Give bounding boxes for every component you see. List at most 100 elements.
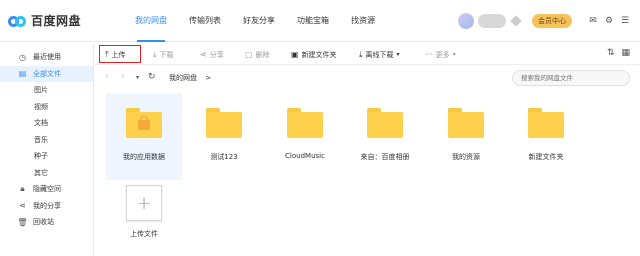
sidebar-item-torrents[interactable]: 种子 [0,148,93,165]
search-input[interactable] [512,70,630,86]
sidebar: ◷ 最近使用 ▤ 全部文件 图片 视频 文档 音乐 种子 其它 🔒︎ 隐藏空间 … [0,43,94,256]
folder-item[interactable]: 我的资源 [428,94,504,180]
more-button[interactable]: ··· 更多 ▾ [425,48,456,61]
upload-icon: ⤒ [105,49,109,59]
offline-download-label: 离线下载 [365,50,394,59]
sidebar-item-music[interactable]: 音乐 [0,132,93,149]
chevron-down-icon: ▾ [396,51,400,58]
header-user-area: 会员中心 ✉ ⚙ ☰ [458,10,630,32]
new-folder-button[interactable]: ▣ 新建文件夹 [291,48,337,61]
sidebar-item-others[interactable]: 其它 [0,165,93,182]
share-icon: ⋖ [200,50,207,59]
folder-item[interactable]: 测试123 [186,94,262,180]
lock-icon: 🔒︎ [20,184,25,194]
sidebar-item-label: 图片 [34,86,48,95]
folder-name: 测试123 [210,153,238,161]
menu-icon[interactable]: ☰ [620,16,630,26]
sidebar-item-label: 我的分享 [33,201,61,210]
vip-center-button[interactable]: 会员中心 [532,14,572,28]
logo-text: 百度网盘 [31,14,82,28]
nav-my-disk[interactable]: 我的网盘 [135,0,167,42]
sidebar-item-my-shares[interactable]: ⋖ 我的分享 [0,198,93,215]
breadcrumb: 我的网盘 > [169,73,211,83]
nav-find-resources[interactable]: 找资源 [351,0,375,42]
back-arrow-icon[interactable]: ‹ [105,72,109,82]
folder-name: 新建文件夹 [528,153,564,161]
clock-icon: ◷ [19,52,26,62]
folder-item[interactable]: 新建文件夹 [508,94,584,180]
sidebar-item-recent[interactable]: ◷ 最近使用 [0,49,93,66]
plus-icon: + [126,185,162,221]
nav-friend-share[interactable]: 好友分享 [243,0,275,42]
sort-icon[interactable]: ⇅ [607,48,615,58]
nav-toolbox[interactable]: 功能宝箱 [297,0,329,42]
nav-transfer-list[interactable]: 传输列表 [189,0,221,42]
folder-item[interactable]: 来自：百度相册 [347,94,423,180]
upload-label: 上传 [111,50,126,59]
sidebar-item-documents[interactable]: 文档 [0,115,93,132]
sidebar-item-label: 隐藏空间 [33,185,61,194]
folder-icon [206,108,242,138]
folder-icon [126,108,162,138]
folder-item[interactable]: 我的应用数据 [106,94,182,180]
header: 百度网盘 我的网盘 传输列表 好友分享 功能宝箱 找资源 会员中心 ✉ ⚙ ☰ [0,0,640,42]
folder-icon [287,108,323,138]
download-label: 下载 [159,50,174,59]
view-controls: ⇅ ▦ [600,48,630,58]
grid-view-icon[interactable]: ▦ [621,48,630,58]
mail-icon[interactable]: ✉ [588,16,598,26]
refresh-icon[interactable]: ↻ [148,72,156,82]
path-bar: ‹ › ▾ ↻ 我的网盘 > [95,66,640,90]
folder-name: 我的应用数据 [123,153,165,161]
breadcrumb-separator: > [205,74,212,82]
share-icon: ⋖ [19,201,26,211]
folder-icon [367,108,403,138]
share-button[interactable]: ⋖ 分享 [200,48,224,61]
sidebar-item-label: 最近使用 [33,53,61,62]
sidebar-item-label: 其它 [34,168,48,177]
trash-icon: 🗑︎ [17,217,28,227]
folder-item[interactable]: CloudMusic [267,94,343,180]
folder-icon [528,108,564,138]
download-icon: ⤓ [359,49,363,59]
upload-file-tile[interactable]: + 上传文件 [106,185,182,245]
new-folder-label: 新建文件夹 [301,50,337,59]
download-button[interactable]: ⤓ 下载 [153,48,174,61]
sidebar-item-label: 视频 [34,102,48,111]
breadcrumb-item[interactable]: 我的网盘 [169,74,197,82]
more-label: 更多 [435,50,450,59]
gear-icon[interactable]: ⚙ [604,16,614,26]
offline-download-button[interactable]: ⤓ 离线下载 ▾ [359,48,400,61]
sidebar-item-label: 音乐 [34,135,48,144]
logo-icon [8,14,26,28]
folder-icon [448,108,484,138]
username-blurred[interactable] [478,14,506,28]
sidebar-item-label: 文档 [34,119,48,128]
sidebar-item-label: 全部文件 [33,69,61,78]
folder-name: CloudMusic [285,152,325,160]
app-window: 百度网盘 我的网盘 传输列表 好友分享 功能宝箱 找资源 会员中心 ✉ ⚙ ☰ … [0,0,640,256]
delete-button[interactable]: ▢ 删除 [245,48,270,61]
history-dropdown-icon[interactable]: ▾ [136,74,139,81]
logo[interactable]: 百度网盘 [8,12,81,29]
share-label: 分享 [209,50,224,59]
delete-label: 删除 [255,50,270,59]
sidebar-item-videos[interactable]: 视频 [0,99,93,116]
sidebar-item-hidden-space[interactable]: 🔒︎ 隐藏空间 [0,181,93,198]
sidebar-item-label: 种子 [34,152,48,161]
forward-arrow-icon[interactable]: › [121,72,125,82]
sidebar-item-label: 回收站 [33,218,54,227]
diamond-icon[interactable] [510,15,522,27]
download-icon: ⤓ [153,49,157,59]
toolbar: ⤒ 上传 ⤓ 下载 ⋖ 分享 ▢ 删除 ▣ 新建文件夹 ⤓ 离线下载 ▾ ···… [95,43,640,65]
sidebar-item-recycle-bin[interactable]: 🗑︎ 回收站 [0,214,93,231]
folder-name: 我的资源 [452,153,480,161]
upload-file-label: 上传文件 [130,230,158,238]
file-icon: ▤ [18,69,27,79]
upload-button[interactable]: ⤒ 上传 [105,48,126,61]
sidebar-item-all-files[interactable]: ▤ 全部文件 [0,65,93,82]
avatar[interactable] [458,13,474,29]
more-icon: ··· [425,50,433,59]
sidebar-item-images[interactable]: 图片 [0,82,93,99]
chevron-down-icon: ▾ [452,51,456,58]
